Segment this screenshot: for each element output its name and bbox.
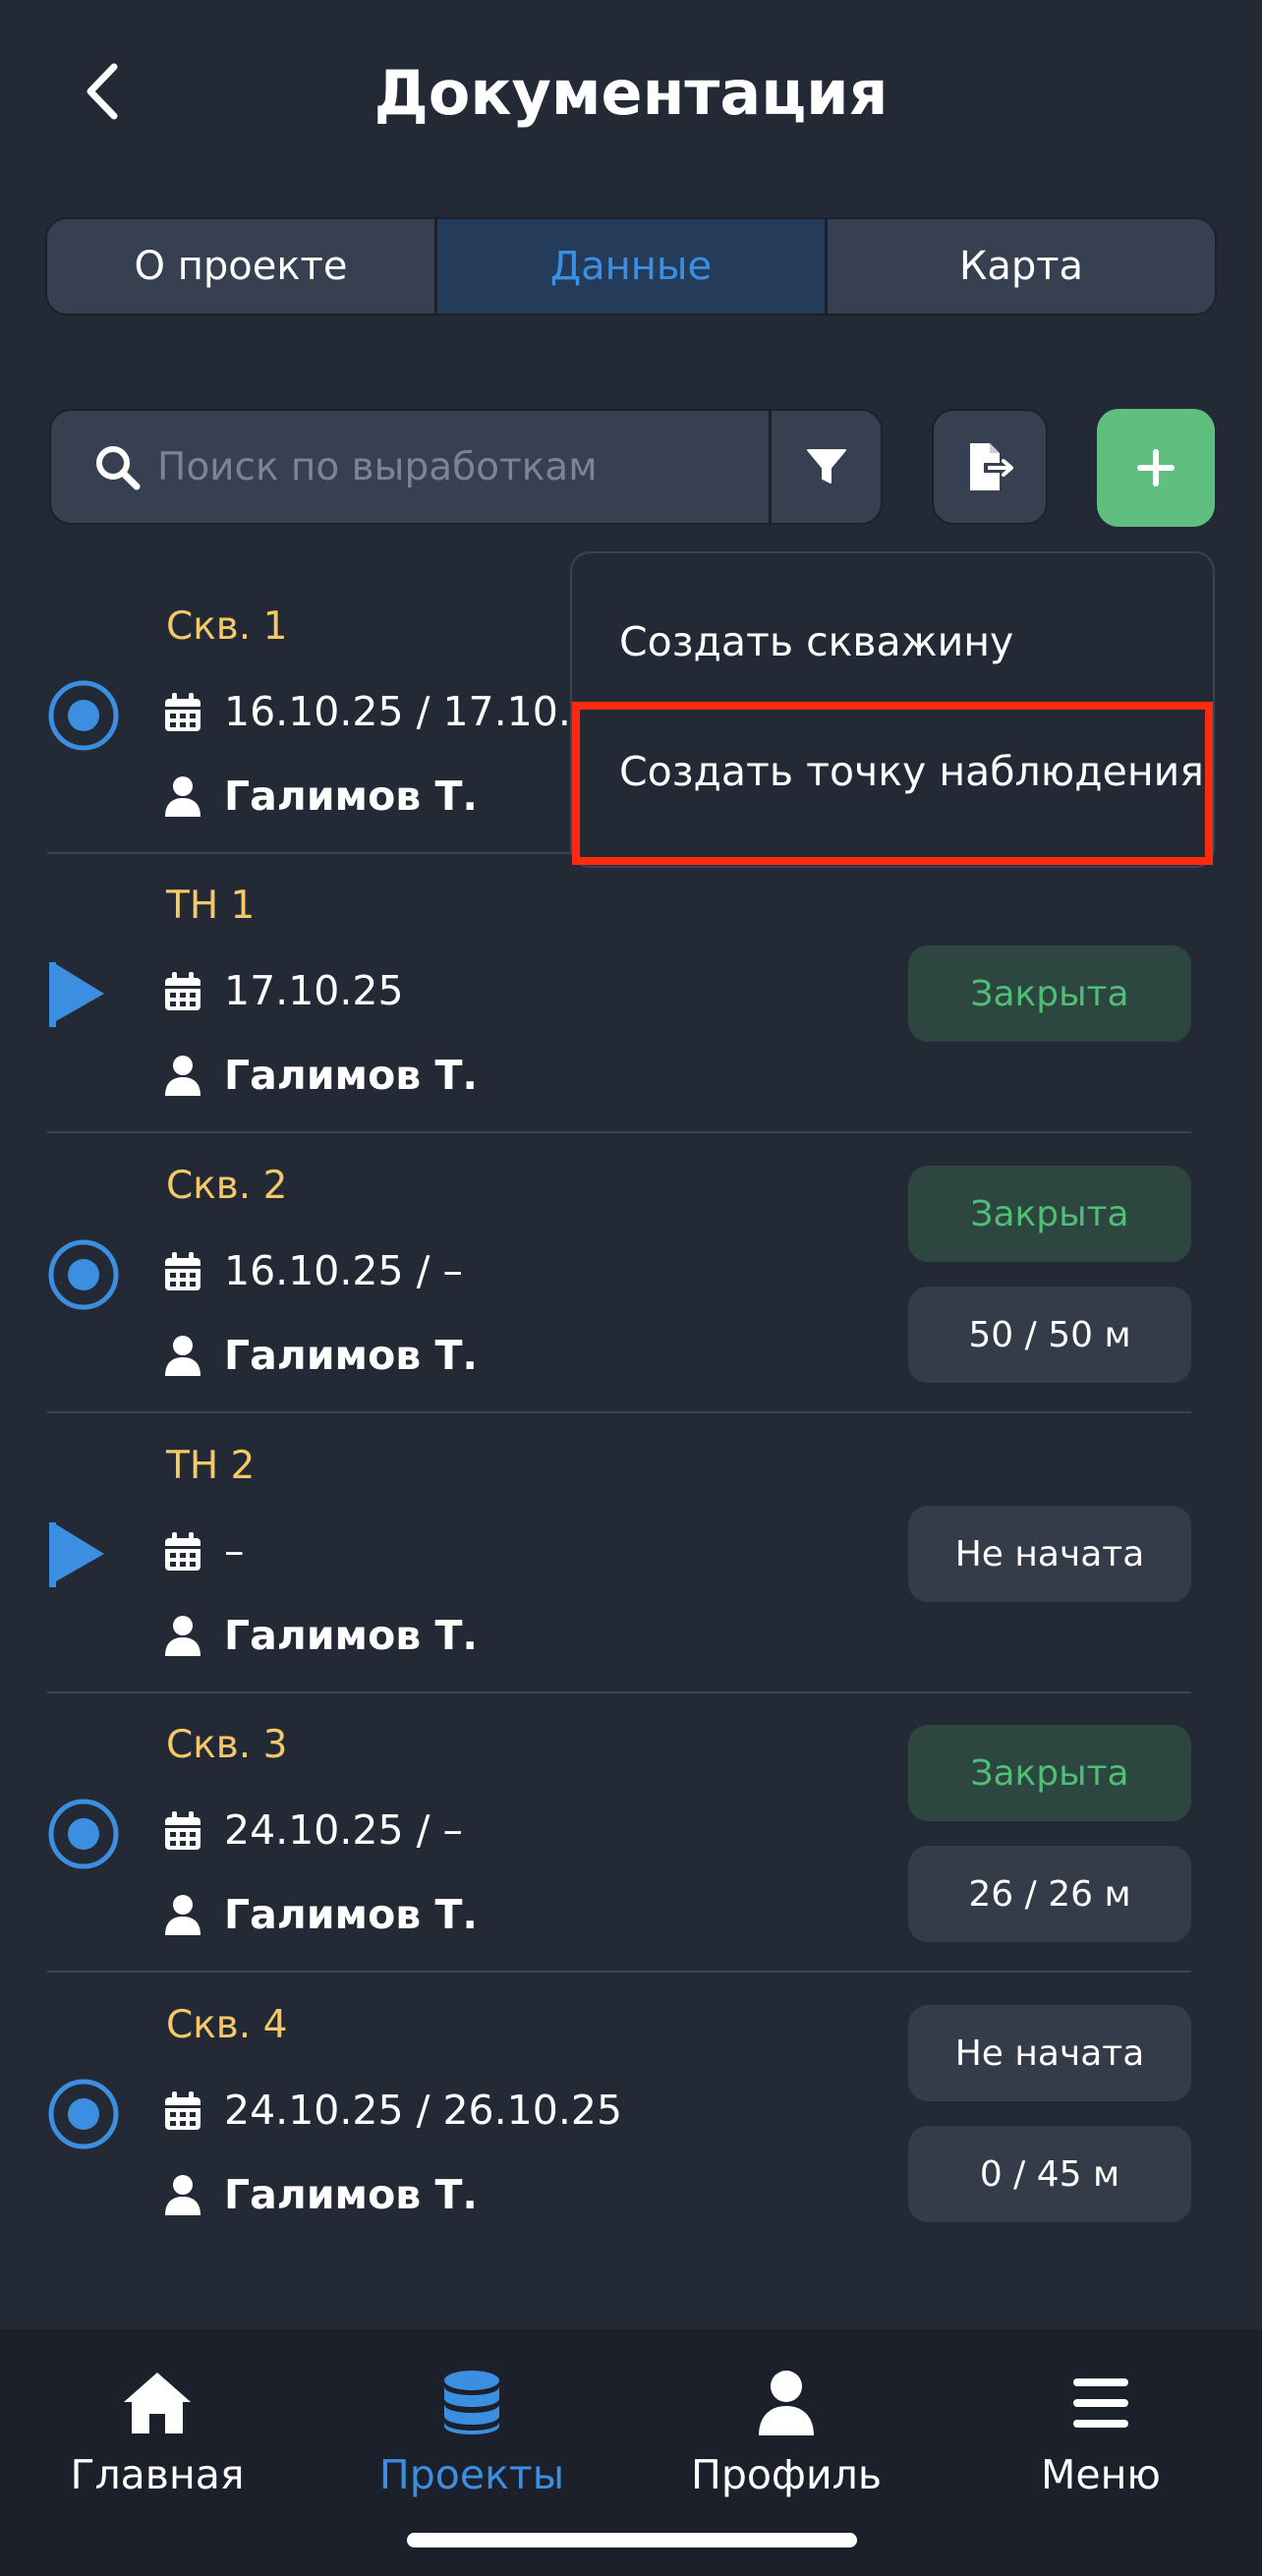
- user-icon: [165, 1336, 201, 1376]
- radio-target-icon: [48, 2079, 119, 2149]
- tab-data[interactable]: Данные: [434, 219, 825, 314]
- filter-icon: [806, 449, 846, 484]
- calendar-icon: [165, 1532, 201, 1571]
- item-date: 17.10.25: [224, 967, 404, 1014]
- radio-target-icon: [48, 1799, 119, 1869]
- menu-icon: [1073, 2378, 1128, 2428]
- list-item-well[interactable]: Скв. 4 24.10.25 / 26.10.25 Галимов Т. Не…: [47, 1974, 1191, 2239]
- item-title: ТН 1: [166, 884, 256, 928]
- user-icon: [759, 2371, 814, 2435]
- status-badge: Закрыта: [908, 945, 1191, 1042]
- item-date: 24.10.25 / –: [224, 1806, 463, 1854]
- plus-icon: [1137, 449, 1175, 487]
- user-icon: [165, 776, 201, 817]
- status-badge: Закрыта: [908, 1725, 1191, 1821]
- export-button[interactable]: [932, 409, 1048, 525]
- divider: [47, 1971, 1191, 1973]
- segmented-tabs: О проекте Данные Карта: [45, 217, 1217, 315]
- item-title: Скв. 4: [166, 2003, 288, 2047]
- divider: [47, 1131, 1191, 1133]
- file-export-icon: [970, 443, 1013, 490]
- item-date: 16.10.25 / 17.10.25: [224, 688, 623, 735]
- radio-target-icon: [48, 680, 119, 751]
- calendar-icon: [165, 972, 201, 1010]
- item-user: Галимов Т.: [224, 1052, 478, 1099]
- nav-item-profile[interactable]: Профиль: [629, 2369, 944, 2504]
- search-icon: [96, 446, 141, 490]
- item-title: ТН 2: [166, 1444, 256, 1488]
- status-badge: Не начата: [908, 1506, 1191, 1602]
- item-date: 24.10.25 / 26.10.25: [224, 2087, 623, 2134]
- user-icon: [165, 1616, 201, 1656]
- home-icon: [124, 2373, 191, 2433]
- user-icon: [165, 2175, 201, 2215]
- status-badge: Не начата: [908, 2005, 1191, 2101]
- item-user: Галимов Т.: [224, 1612, 478, 1659]
- calendar-icon: [165, 2091, 201, 2130]
- database-icon: [444, 2371, 499, 2434]
- item-user: Галимов Т.: [224, 1891, 478, 1938]
- item-title: Скв. 2: [166, 1164, 288, 1208]
- nav-item-menu[interactable]: Меню: [944, 2369, 1258, 2504]
- list-item-well[interactable]: Скв. 3 24.10.25 / – Галимов Т. Закрыта 2…: [47, 1693, 1191, 1973]
- item-title: Скв. 3: [166, 1723, 288, 1767]
- user-icon: [165, 1056, 201, 1096]
- item-user: Галимов Т.: [224, 773, 478, 820]
- flag-icon: [49, 962, 104, 1027]
- add-button[interactable]: [1097, 409, 1215, 527]
- home-indicator: [407, 2533, 857, 2547]
- menu-item-create-well[interactable]: Создать скважину: [619, 612, 1013, 671]
- search-bar: [49, 409, 883, 525]
- calendar-icon: [165, 1252, 201, 1290]
- status-badge: Закрыта: [908, 1166, 1191, 1262]
- flag-icon: [49, 1522, 104, 1587]
- item-title: Скв. 1: [166, 604, 288, 649]
- item-user: Галимов Т.: [224, 1332, 478, 1379]
- nav-label: Профиль: [690, 2451, 882, 2498]
- calendar-icon: [165, 693, 201, 731]
- user-icon: [165, 1895, 201, 1935]
- depth-badge: 50 / 50 м: [908, 1287, 1191, 1383]
- nav-label: Меню: [1041, 2451, 1161, 2498]
- radio-target-icon: [48, 1239, 119, 1310]
- depth-badge: 0 / 45 м: [908, 2126, 1191, 2222]
- nav-label: Главная: [70, 2451, 245, 2498]
- item-user: Галимов Т.: [224, 2171, 478, 2218]
- nav-label: Проекты: [378, 2451, 565, 2498]
- divider: [47, 1411, 1191, 1413]
- page-title: Документация: [373, 57, 889, 129]
- nav-item-projects[interactable]: Проекты: [315, 2369, 629, 2504]
- tab-map[interactable]: Карта: [825, 219, 1215, 314]
- list-item-observation-point[interactable]: ТН 1 17.10.25 Галимов Т. Закрыта: [47, 854, 1191, 1133]
- nav-item-home[interactable]: Главная: [0, 2369, 315, 2504]
- depth-badge: 26 / 26 м: [908, 1846, 1191, 1942]
- list-item-observation-point[interactable]: ТН 2 – Галимов Т. Не начата: [47, 1414, 1191, 1693]
- item-date: –: [224, 1527, 245, 1574]
- calendar-icon: [165, 1811, 201, 1850]
- highlight-box: [572, 702, 1213, 865]
- list-item-well[interactable]: Скв. 2 16.10.25 / – Галимов Т. Закрыта 5…: [47, 1134, 1191, 1413]
- search-input[interactable]: [157, 411, 806, 523]
- tab-about-project[interactable]: О проекте: [47, 219, 434, 314]
- filter-button[interactable]: [772, 411, 881, 523]
- item-date: 16.10.25 / –: [224, 1247, 463, 1294]
